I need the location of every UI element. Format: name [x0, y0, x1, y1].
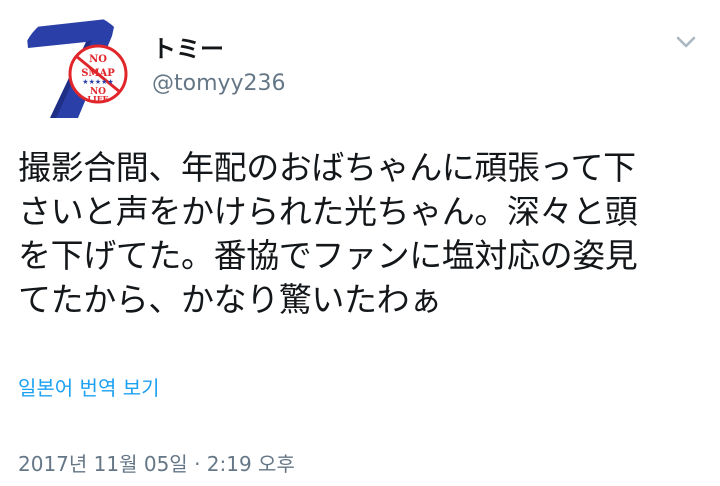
display-name[interactable]: トミー [152, 34, 224, 64]
svg-text:LIFE: LIFE [87, 94, 108, 104]
svg-text:★★★★★: ★★★★★ [82, 78, 113, 86]
user-handle[interactable]: @tomyy236 [152, 70, 286, 98]
avatar-logo-icon: NO SMAP ★★★★★ NO LIFE [20, 12, 132, 124]
tweet-text-line: さいと声をかけられた光ちゃん。深々と頭 [18, 192, 638, 231]
tweet-text: 撮影合間、年配のおばちゃんに頑張って下 さいと声をかけられた光ちゃん。深々と頭 を下… [18, 146, 702, 322]
tweet-text-line: を下げてた。番協でファンに塩対応の姿見 [18, 236, 638, 275]
chevron-down-icon[interactable] [672, 28, 700, 56]
tweet-text-line: 撮影合間、年配のおばちゃんに頑張って下 [18, 148, 636, 187]
svg-text:NO: NO [89, 54, 107, 65]
translate-link[interactable]: 일본어 번역 보기 [18, 374, 160, 402]
tweet-card: NO SMAP ★★★★★ NO LIFE トミー @tomyy236 撮影合間… [0, 0, 720, 486]
tweet-text-line: てたから、かなり驚いたわぁ [18, 280, 442, 319]
timestamp[interactable]: 2017년 11월 05일 · 2:19 오후 [18, 450, 295, 478]
avatar[interactable]: NO SMAP ★★★★★ NO LIFE [20, 12, 132, 124]
